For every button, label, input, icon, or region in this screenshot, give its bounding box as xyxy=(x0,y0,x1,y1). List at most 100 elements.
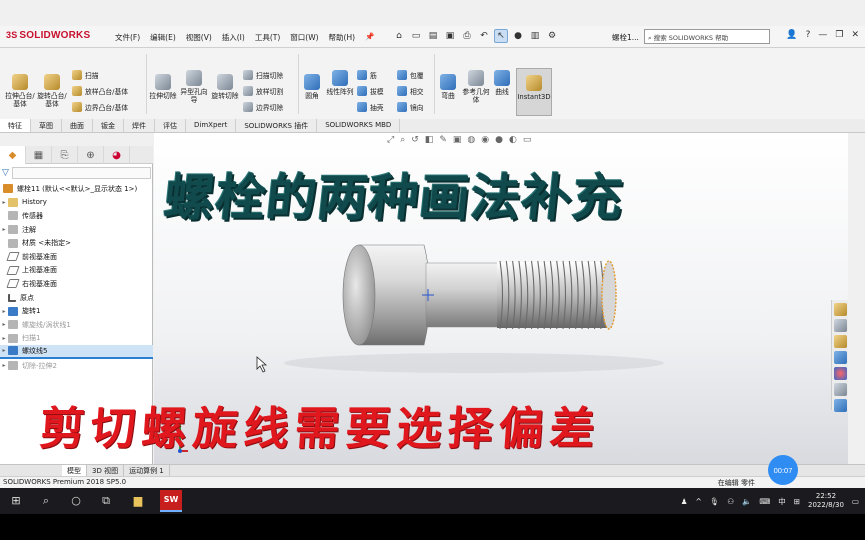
revolve-cut-button[interactable]: 旋转切除 xyxy=(210,74,240,100)
loft-boss-button[interactable]: 放样凸台/基体 xyxy=(72,86,128,96)
clock[interactable]: 22:52 2022/8/30 xyxy=(808,492,844,510)
rib-button[interactable]: 筋 xyxy=(357,70,377,80)
tree-item-sensors[interactable]: 传感器 xyxy=(0,209,153,223)
tree-item-top-plane[interactable]: 上视基准面 xyxy=(0,264,153,278)
expand-icon[interactable]: ▸ xyxy=(0,321,8,328)
tab-weldments[interactable]: 焊件 xyxy=(124,119,155,132)
expand-icon[interactable]: ▸ xyxy=(0,308,8,315)
linear-pattern-button[interactable]: 线性阵列 xyxy=(326,70,354,96)
property-manager-tab-icon[interactable]: ▦ xyxy=(26,146,52,164)
solidworks-resources-icon[interactable] xyxy=(834,303,847,316)
menu-file[interactable]: 文件(F) xyxy=(115,32,140,43)
appearances-icon[interactable] xyxy=(834,367,847,380)
save-icon[interactable]: ▣ xyxy=(443,29,457,43)
network-icon[interactable]: ⚇ xyxy=(727,497,734,506)
select-cursor-icon[interactable]: ↖ xyxy=(494,29,508,43)
revolve-boss-button[interactable]: 旋转凸台/基体 xyxy=(36,74,68,108)
tree-item-annotations[interactable]: ▸ 注解 xyxy=(0,223,153,237)
view-palette-icon[interactable] xyxy=(834,351,847,364)
feature-tree-tab-icon[interactable]: ◆ xyxy=(0,146,26,164)
expand-icon[interactable]: ▸ xyxy=(0,335,8,342)
reference-geometry-button[interactable]: 参考几何体 xyxy=(462,70,490,104)
restore-icon[interactable]: ❐ xyxy=(835,30,843,40)
design-library-icon[interactable] xyxy=(834,319,847,332)
microphone-icon[interactable]: 🎙 xyxy=(710,497,720,506)
options-gear-icon[interactable]: ⚙ xyxy=(545,29,559,43)
solidworks-logo[interactable]: 3S SOLIDWORKS xyxy=(6,30,90,41)
tree-item-cut-extrude[interactable]: ▸ 切除-拉伸2 xyxy=(0,359,153,373)
help-search-input[interactable]: ⌕ 搜索 SOLIDWORKS 帮助 xyxy=(644,29,770,44)
pin-icon[interactable]: 📌 xyxy=(365,32,374,43)
loft-cut-button[interactable]: 放样切割 xyxy=(243,86,283,96)
tree-item-thread[interactable]: ▸ 螺纹线5 xyxy=(0,345,153,359)
print-icon[interactable]: ⎙ xyxy=(460,29,474,43)
expand-icon[interactable]: ▸ xyxy=(0,362,8,369)
tab-sketch[interactable]: 草图 xyxy=(31,119,62,132)
draft-button[interactable]: 拔模 xyxy=(357,86,384,96)
shell-button[interactable]: 抽壳 xyxy=(357,102,384,112)
rebuild-icon[interactable]: ▥ xyxy=(528,29,542,43)
dimxpert-tab-icon[interactable]: ⊕ xyxy=(78,146,104,164)
ime-icon[interactable]: ⊞ xyxy=(794,497,800,506)
search-icon[interactable]: ⌕ xyxy=(38,493,54,509)
custom-properties-icon[interactable] xyxy=(834,383,847,396)
task-view-icon[interactable]: ⧉ xyxy=(98,493,114,509)
filter-input[interactable] xyxy=(11,167,151,179)
tree-item-history[interactable]: ▸ History xyxy=(0,196,153,210)
new-document-icon[interactable]: ▭ xyxy=(409,29,423,43)
intersect-button[interactable]: 相交 xyxy=(397,86,424,96)
expand-icon[interactable]: ▸ xyxy=(0,199,8,206)
people-icon[interactable]: ♟ xyxy=(681,497,688,506)
menu-window[interactable]: 窗口(W) xyxy=(290,32,318,43)
flex-button[interactable]: 弯曲 xyxy=(436,74,460,100)
mirror-button[interactable]: 镜向 xyxy=(397,102,424,112)
tree-filter[interactable]: ▽ xyxy=(2,166,151,180)
solidworks-taskbar-icon[interactable]: SW xyxy=(160,490,182,512)
user-icon[interactable]: 👤 xyxy=(786,30,797,40)
notifications-icon[interactable]: ▭ xyxy=(852,497,859,506)
menu-tools[interactable]: 工具(T) xyxy=(255,32,280,43)
tab-features[interactable]: 特征 xyxy=(0,119,31,132)
tab-evaluate[interactable]: 评估 xyxy=(155,119,186,132)
tab-sheet-metal[interactable]: 钣金 xyxy=(93,119,124,132)
tree-item-origin[interactable]: 原点 xyxy=(0,291,153,305)
tab-model[interactable]: 模型 xyxy=(62,465,87,476)
forum-icon[interactable] xyxy=(834,399,847,412)
boundary-boss-button[interactable]: 边界凸台/基体 xyxy=(72,102,128,112)
menu-help[interactable]: 帮助(H) xyxy=(329,32,356,43)
tree-item-front-plane[interactable]: 前视基准面 xyxy=(0,250,153,264)
boundary-cut-button[interactable]: 边界切除 xyxy=(243,102,283,112)
tree-item-material[interactable]: 材质 <未指定> xyxy=(0,236,153,250)
tray-chevron-icon[interactable]: ^ xyxy=(695,497,701,506)
sweep-button[interactable]: 扫描 xyxy=(72,70,99,80)
menu-insert[interactable]: 插入(I) xyxy=(222,32,245,43)
tab-dimxpert[interactable]: DimXpert xyxy=(186,119,237,132)
sweep-cut-button[interactable]: 扫描切除 xyxy=(243,70,283,80)
tree-item-revolve[interactable]: ▸ 旋转1 xyxy=(0,304,153,318)
expand-icon[interactable]: ▸ xyxy=(0,226,8,233)
display-manager-tab-icon[interactable]: ◕ xyxy=(104,146,130,164)
tab-motion-study[interactable]: 运动算例 1 xyxy=(124,465,170,476)
tab-3d-views[interactable]: 3D 视图 xyxy=(87,465,125,476)
tree-item-right-plane[interactable]: 右视基准面 xyxy=(0,277,153,291)
cortana-icon[interactable]: ○ xyxy=(68,493,84,509)
expand-icon[interactable]: ▸ xyxy=(0,347,8,354)
home-icon[interactable]: ⌂ xyxy=(392,29,406,43)
tree-root[interactable]: 螺栓11 (默认<<默认>_显示状态 1>) xyxy=(0,182,153,196)
configuration-tab-icon[interactable]: ⎘ xyxy=(52,146,78,164)
curves-button[interactable]: 曲线 xyxy=(491,70,513,96)
volume-icon[interactable]: 🔈 xyxy=(742,497,751,506)
tree-item-helix[interactable]: ▸ 螺旋线/涡状线1 xyxy=(0,318,153,332)
instant3d-button[interactable]: Instant3D xyxy=(516,68,552,116)
recording-timer[interactable]: 00:07 xyxy=(768,455,798,485)
hole-wizard-button[interactable]: 异型孔向导 xyxy=(179,70,209,104)
wrap-button[interactable]: 包覆 xyxy=(397,70,424,80)
menu-edit[interactable]: 编辑(E) xyxy=(150,32,176,43)
open-folder-icon[interactable]: ▤ xyxy=(426,29,440,43)
windows-start-icon[interactable]: ⊞ xyxy=(8,493,24,509)
menu-view[interactable]: 视图(V) xyxy=(186,32,212,43)
help-icon[interactable]: ? xyxy=(806,30,811,40)
undo-icon[interactable]: ↶ xyxy=(477,29,491,43)
minimize-icon[interactable]: — xyxy=(818,30,827,40)
tab-surfaces[interactable]: 曲面 xyxy=(62,119,93,132)
